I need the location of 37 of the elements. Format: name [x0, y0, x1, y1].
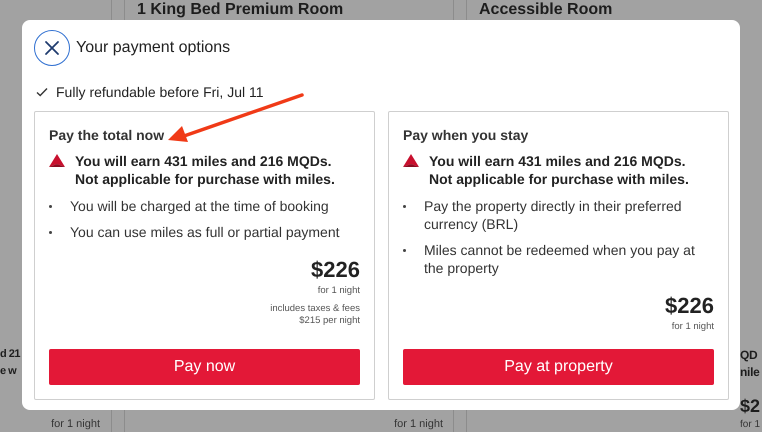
bullet-icon [403, 205, 406, 208]
bullet-icon [49, 231, 52, 234]
dialog-title: Your payment options [76, 39, 230, 57]
option-heading: Pay the total now [49, 127, 166, 143]
miles-text: nile [740, 364, 760, 381]
pay-button[interactable]: Pay now [49, 349, 360, 385]
miles-text: e w [0, 364, 16, 379]
bullet-text: Pay the property directly in their preferred currency (BRL) [424, 197, 683, 233]
price-note: for 1 night [394, 418, 443, 430]
close-button[interactable] [34, 30, 70, 66]
bullet-icon [403, 249, 406, 252]
room-title: 1 King Bed Premium Room [137, 0, 344, 19]
miles-text: d 21 [0, 347, 20, 362]
triangle-icon [403, 154, 419, 168]
price: $226 [311, 257, 360, 283]
bullet-icon [49, 205, 52, 208]
price: $2 [740, 396, 760, 417]
price: $226 [665, 293, 714, 319]
fee-note: includes taxes & fees [270, 303, 360, 315]
price-note: for 1 night [51, 418, 100, 430]
option-heading: Pay when you stay [403, 127, 530, 143]
triangle-icon [49, 154, 65, 168]
bullet-text: Miles cannot be redeemed when you pay at the property [424, 241, 696, 277]
price-note: for 1 night [672, 321, 714, 332]
miles-earn-text: You will earn 431 miles and 216 MQDs. Not applicable for purchase with miles. [429, 152, 689, 188]
price-note: for 1 [740, 419, 760, 430]
check-icon [36, 87, 48, 97]
refund-note: Fully refundable before Fri, Jul 11 [56, 84, 264, 100]
fee-note: $215 per night [299, 315, 360, 327]
miles-text: QD [740, 347, 758, 364]
price-note: for 1 night [318, 285, 360, 296]
miles-earn-text: You will earn 431 miles and 216 MQDs. Not applicable for purchase with miles. [75, 152, 335, 188]
bullet-text: You can use miles as full or partial payment [70, 223, 340, 241]
close-icon [44, 40, 60, 56]
room-title: Accessible Room [479, 0, 612, 19]
bullet-text: You will be charged at the time of booking [70, 197, 329, 215]
pay-button[interactable]: Pay at property [403, 349, 714, 385]
